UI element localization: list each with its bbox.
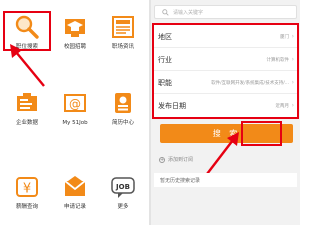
yen-coin-icon: ¥ — [14, 174, 40, 200]
subscribe-link[interactable]: + 添加到订阅 — [159, 156, 193, 163]
annotation-arrow-icon — [10, 44, 45, 87]
tile-label: 简历中心 — [111, 120, 134, 126]
job-search-panel: 请输入关键字 地区 厦门 › 行业 计算机软件 › 职能 软件/互联网开发/系统… — [151, 0, 300, 225]
envelope-icon — [62, 174, 88, 200]
graduation-cap-icon — [62, 14, 88, 40]
company-data-icon — [14, 90, 40, 116]
tile-label: My 51Job — [62, 120, 88, 126]
search-icon — [162, 9, 169, 16]
tile-label: 申请记录 — [63, 204, 86, 210]
search-placeholder: 请输入关键字 — [173, 10, 204, 16]
plus-icon: + — [159, 157, 165, 163]
tile-more[interactable]: JOB 更多 — [100, 174, 146, 211]
app-home-panel: 职位搜索 校园招聘 职场资讯 企业数据 @ My 51Job 简历中心 ¥ 薪酬… — [0, 0, 150, 225]
annotation-arrow-icon — [206, 132, 239, 175]
history-empty-text: 暂无历史搜索记录 — [160, 178, 201, 184]
tile-campus[interactable]: 校园招聘 — [52, 14, 98, 51]
svg-text:JOB: JOB — [115, 183, 130, 191]
tile-company-data[interactable]: 企业数据 — [4, 90, 50, 127]
highlight-box-filters — [152, 23, 299, 119]
svg-text:@: @ — [69, 97, 81, 111]
mail-at-icon: @ — [62, 90, 88, 116]
tile-label: 更多 — [117, 204, 129, 210]
tile-label: 薪酬查询 — [15, 204, 38, 210]
search-input[interactable]: 请输入关键字 — [154, 5, 297, 19]
tile-label: 企业数据 — [15, 120, 38, 126]
tile-my-51job[interactable]: @ My 51Job — [52, 90, 98, 127]
subscribe-label: 添加到订阅 — [168, 157, 194, 163]
resume-badge-icon — [110, 90, 136, 116]
job-bubble-icon: JOB — [110, 174, 136, 200]
highlight-box-search-button — [241, 121, 282, 146]
tile-resume-center[interactable]: 简历中心 — [100, 90, 146, 127]
tile-label: 职场资讯 — [111, 44, 134, 50]
svg-text:¥: ¥ — [23, 182, 31, 197]
tile-salary-query[interactable]: ¥ 薪酬查询 — [4, 174, 50, 211]
tile-application-records[interactable]: 申请记录 — [52, 174, 98, 211]
search-history-area: 暂无历史搜索记录 — [154, 173, 297, 187]
news-icon — [110, 14, 136, 40]
tile-label: 校园招聘 — [63, 44, 86, 50]
tile-news[interactable]: 职场资讯 — [100, 14, 146, 51]
